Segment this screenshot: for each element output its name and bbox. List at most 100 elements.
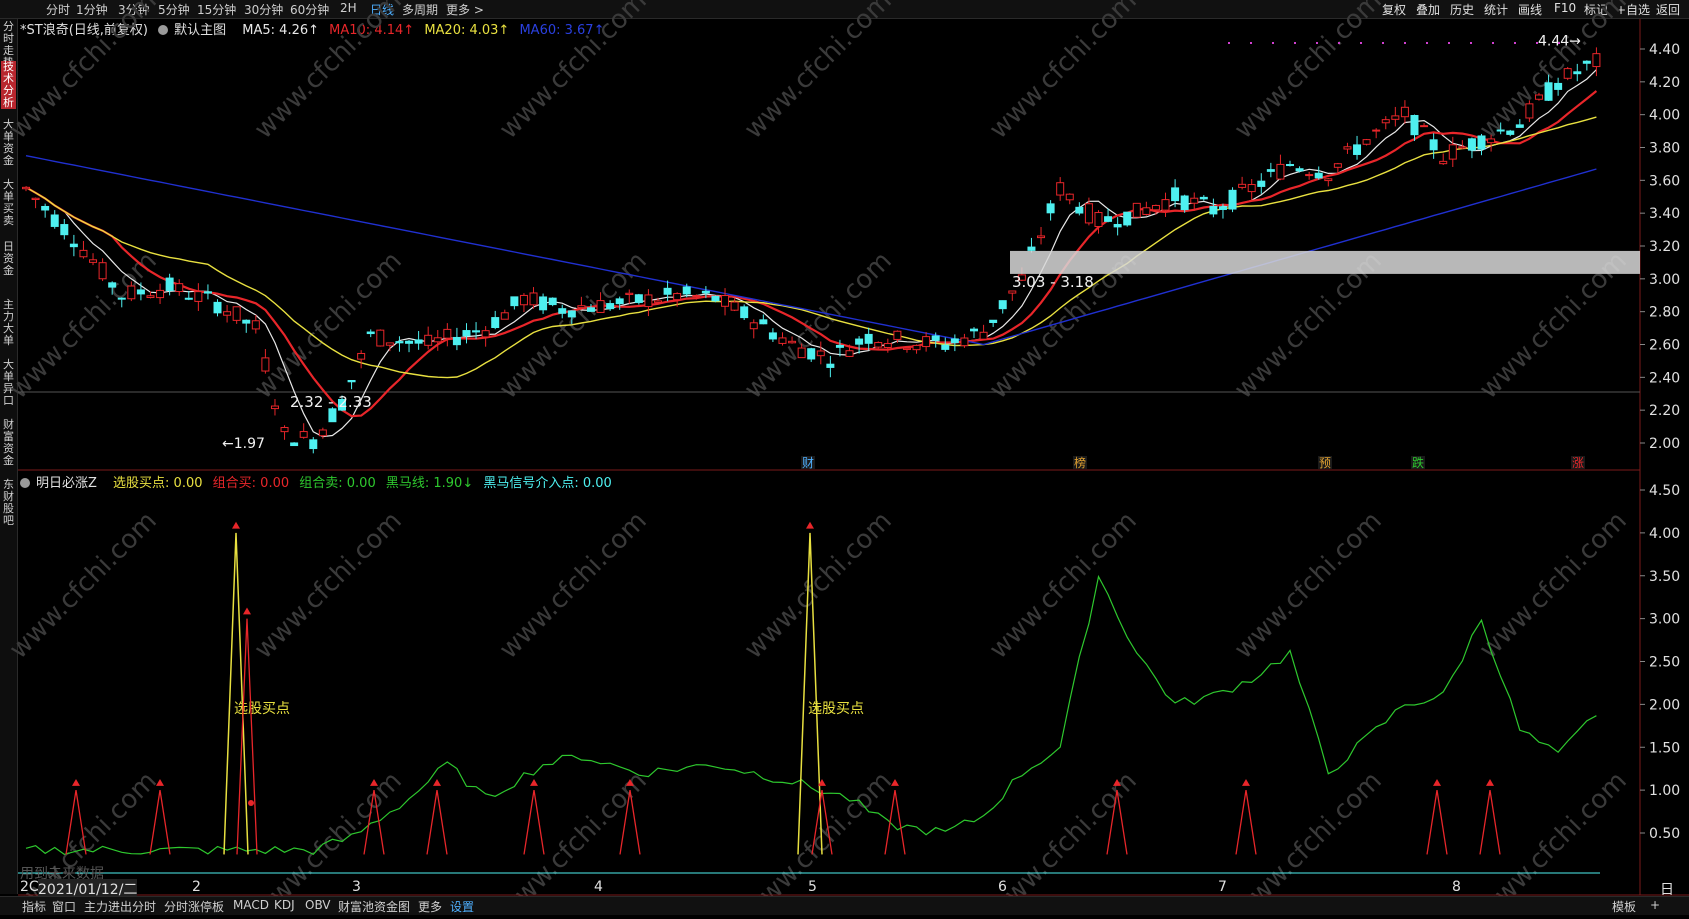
candle-body xyxy=(1410,114,1419,136)
price-tick-label: 3.40 xyxy=(1649,206,1680,222)
marker-dot xyxy=(1448,42,1450,44)
watermark-text: www.cfchi.com xyxy=(739,246,898,405)
price-tick-label: 3.20 xyxy=(1649,239,1680,255)
watermark-text: www.cfchi.com xyxy=(1474,506,1633,665)
candle-body xyxy=(366,331,375,335)
combo-buy-spike xyxy=(149,790,171,855)
indicator-tick-label: 4.50 xyxy=(1649,483,1680,499)
candle-body xyxy=(194,291,203,302)
up-arrow-icon xyxy=(1242,778,1250,786)
candle-body xyxy=(108,282,117,288)
high-price-label: 4.44→ xyxy=(1538,34,1581,50)
candle-body xyxy=(510,296,519,307)
candle-body xyxy=(998,300,1007,310)
candle-body xyxy=(1487,138,1496,144)
candle-body xyxy=(644,294,653,308)
indicator-tick-label: 3.50 xyxy=(1649,569,1680,585)
tab-window[interactable]: 窗口 xyxy=(52,898,76,915)
marker-dot xyxy=(1250,42,1252,44)
tab-obv[interactable]: OBV xyxy=(305,898,331,912)
marker-dot xyxy=(1514,42,1516,44)
combo-buy-spike xyxy=(426,790,448,855)
event-tag: 预 xyxy=(1319,456,1331,470)
up-arrow-icon xyxy=(1433,778,1441,786)
combo-buy-spike xyxy=(884,790,906,855)
candle-body xyxy=(1209,205,1218,215)
candle-body xyxy=(1075,206,1084,214)
tab-intraday-limit[interactable]: 分时涨停板 xyxy=(164,898,224,915)
tab-more[interactable]: 更多 xyxy=(418,898,442,915)
up-arrow-icon xyxy=(232,521,240,529)
candle-body xyxy=(500,312,509,320)
tab-macd[interactable]: MACD xyxy=(233,898,269,912)
marker-dot xyxy=(1272,42,1274,44)
candle-body xyxy=(1420,125,1429,128)
combo-buy-spike xyxy=(1479,790,1501,855)
candle-body xyxy=(146,295,155,298)
candle-body xyxy=(970,328,978,332)
template-button[interactable]: 模板 xyxy=(1612,898,1636,915)
candle-body xyxy=(184,297,193,300)
tab-main-flow-intraday[interactable]: 主力进出分时 xyxy=(84,898,156,915)
low-price-label: ←1.97 xyxy=(222,436,265,452)
watermark-text: www.cfchi.com xyxy=(4,506,163,665)
candle-body xyxy=(1563,68,1572,79)
date-prefix: 2C xyxy=(20,879,39,895)
candle-body xyxy=(424,334,433,346)
candle-body xyxy=(826,363,835,368)
candle-body xyxy=(31,197,40,201)
candle-body xyxy=(1324,178,1333,182)
candle-body xyxy=(1362,139,1371,145)
marker-dot xyxy=(1558,42,1560,44)
candle-body xyxy=(1400,106,1409,118)
candle-body xyxy=(280,427,289,433)
price-tick-label: 4.40 xyxy=(1649,42,1680,58)
up-arrow-icon xyxy=(243,607,251,615)
add-window-button[interactable]: + xyxy=(1650,898,1660,912)
tab-wealth-pool[interactable]: 财富池资金图 xyxy=(338,898,410,915)
price-tick-label: 4.20 xyxy=(1649,75,1680,91)
candle-body xyxy=(567,310,576,318)
signal-dot xyxy=(248,799,254,806)
kline-chart[interactable]: www.cfchi.com www.cfchi.com www.cfchi.com w… xyxy=(0,0,1689,914)
candle-body xyxy=(175,283,184,293)
range-label: 3.03 - 3.18 xyxy=(1012,273,1094,291)
candle-body xyxy=(1228,189,1237,210)
candle-body xyxy=(950,338,959,344)
candle-body xyxy=(1343,146,1352,150)
candle-body xyxy=(807,348,816,360)
tab-indicator[interactable]: 指标 xyxy=(22,898,46,915)
candle-body xyxy=(874,342,883,348)
tab-kdj[interactable]: KDJ xyxy=(274,898,295,912)
watermark-text: www.cfchi.com xyxy=(4,246,163,405)
candle-body xyxy=(1496,129,1505,132)
tab-settings[interactable]: 设置 xyxy=(450,898,474,915)
watermark-text: www.cfchi.com xyxy=(4,0,163,145)
candle-body xyxy=(548,297,557,306)
candle-body xyxy=(721,295,730,307)
candle-body xyxy=(462,330,471,337)
candle-body xyxy=(299,431,308,438)
candle-body xyxy=(845,350,854,357)
watermark-text: www.cfchi.com xyxy=(1229,0,1388,145)
candle-body xyxy=(606,303,615,310)
indicator-plot: 选股买点 选股买点用到未来数据 xyxy=(20,521,1597,882)
combo-buy-spike xyxy=(1426,790,1448,855)
x-axis: 2C 2021/01/12/二 2 3 4 5 6 7 8 日线 xyxy=(18,879,1674,918)
candle-body xyxy=(1477,135,1486,150)
candle-body xyxy=(1171,187,1180,202)
candle-body xyxy=(69,243,78,248)
candle-body xyxy=(98,262,107,280)
month-label: 6 xyxy=(998,879,1007,895)
marker-dot xyxy=(1382,42,1384,44)
candle-body xyxy=(1305,174,1314,177)
candle-body xyxy=(156,289,165,299)
candle-body xyxy=(414,339,423,344)
candle-body xyxy=(586,307,595,312)
candle-body xyxy=(663,287,672,295)
candle-body xyxy=(309,439,318,450)
event-tag: 涨 xyxy=(1572,455,1584,470)
watermark-text: www.cfchi.com xyxy=(494,246,653,405)
price-tick-label: 2.80 xyxy=(1649,305,1680,321)
candle-body xyxy=(701,290,710,294)
